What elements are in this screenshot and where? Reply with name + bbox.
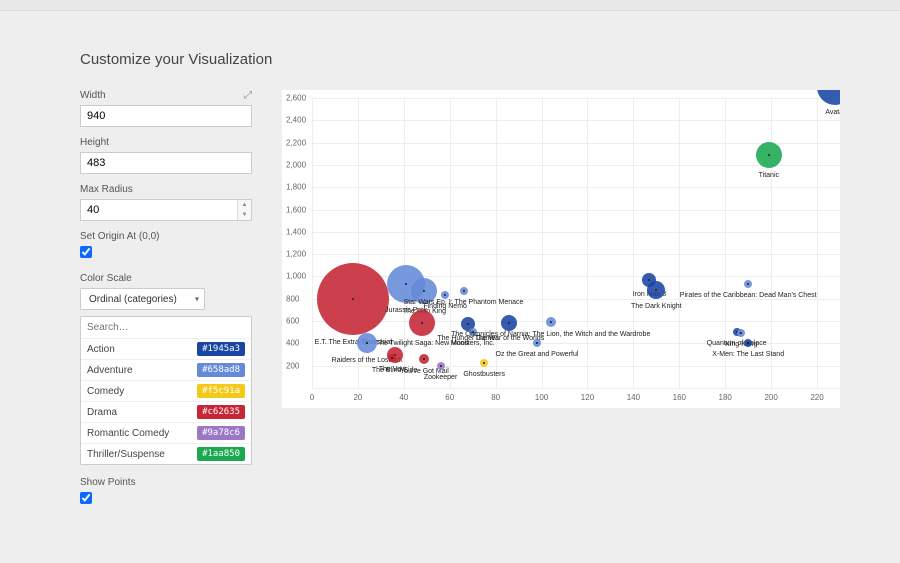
x-tick: 140 xyxy=(627,393,640,402)
width-input[interactable] xyxy=(80,105,252,127)
color-swatch[interactable]: #9a78c6 xyxy=(197,426,245,440)
category-row[interactable]: Adventure #658ad8 xyxy=(81,360,251,381)
x-tick: 60 xyxy=(445,393,454,402)
y-tick: 600 xyxy=(286,317,299,326)
category-name: Adventure xyxy=(87,365,133,376)
category-search-input[interactable] xyxy=(81,317,251,339)
x-tick: 220 xyxy=(810,393,823,402)
y-tick: 1,400 xyxy=(286,227,306,236)
bubble[interactable] xyxy=(357,333,377,353)
chart-area: 0 20 40 60 80 100 120 140 160 180 200 220 200 400 600 8… xyxy=(282,90,840,408)
x-tick: 20 xyxy=(353,393,362,402)
x-tick: 0 xyxy=(310,393,314,402)
bubble-label: Zookeeper xyxy=(424,374,457,381)
page-title: Customize your Visualization xyxy=(80,51,840,68)
category-row[interactable]: Comedy #f5c91a xyxy=(81,381,251,402)
max-radius-input[interactable] xyxy=(80,199,252,221)
height-label: Height xyxy=(80,137,252,148)
bubble[interactable] xyxy=(737,329,745,337)
bubble[interactable] xyxy=(419,354,429,364)
bubble[interactable] xyxy=(409,310,435,336)
y-tick: 1,200 xyxy=(286,250,306,259)
bubble-label: Pirates of the Caribbean: Dead Man's Che… xyxy=(680,292,817,299)
x-tick: 100 xyxy=(535,393,548,402)
color-swatch[interactable]: #1945a3 xyxy=(197,342,245,356)
top-bar xyxy=(0,0,900,11)
category-row[interactable]: Drama #c62635 xyxy=(81,402,251,423)
chevron-down-icon: ▾ xyxy=(195,295,199,304)
category-name: Action xyxy=(87,344,115,355)
y-tick: 2,200 xyxy=(286,138,306,147)
bubble-label: Oz the Great and Powerful xyxy=(496,351,579,358)
origin-label: Set Origin At (0,0) xyxy=(80,231,252,242)
category-name: Drama xyxy=(87,407,117,418)
category-name: Comedy xyxy=(87,386,124,397)
width-label: Width ⤢ xyxy=(80,90,252,101)
y-tick: 200 xyxy=(286,361,299,370)
category-row[interactable]: Thriller/Suspense #1aa850 xyxy=(81,444,251,464)
category-name: Romantic Comedy xyxy=(87,428,169,439)
color-scale-select[interactable]: Ordinal (categories) xyxy=(80,288,205,310)
y-tick: 2,000 xyxy=(286,160,306,169)
bubble[interactable] xyxy=(388,354,396,362)
y-tick: 1,800 xyxy=(286,183,306,192)
x-tick: 40 xyxy=(399,393,408,402)
max-radius-label: Max Radius xyxy=(80,184,252,195)
scatter-plot[interactable]: 0204060801001201401601802002202004006008… xyxy=(312,98,840,388)
category-panel: Action #1945a3 Adventure #658ad8 Comedy #f5c9… xyxy=(80,316,252,465)
y-tick: 2,600 xyxy=(286,94,306,103)
bubble-label: X-Men: The Last Stand xyxy=(712,351,784,358)
bubble[interactable] xyxy=(744,280,752,288)
y-tick: 2,400 xyxy=(286,116,306,125)
show-points-label: Show Points xyxy=(80,477,252,488)
bubble[interactable] xyxy=(744,339,752,347)
bubble-label: Ghostbusters xyxy=(463,371,505,378)
bubble[interactable] xyxy=(437,362,445,370)
category-row[interactable]: Action #1945a3 xyxy=(81,339,251,360)
y-tick: 1,600 xyxy=(286,205,306,214)
color-swatch[interactable]: #658ad8 xyxy=(197,363,245,377)
stepper-buttons[interactable]: ▲▼ xyxy=(237,200,251,220)
origin-checkbox[interactable] xyxy=(80,246,92,258)
bubble-label: The Chronicles of Narnia: The Lion, the … xyxy=(451,331,650,338)
y-tick: 800 xyxy=(286,294,299,303)
bubble[interactable] xyxy=(460,287,468,295)
show-points-checkbox[interactable] xyxy=(80,492,92,504)
settings-sidebar: Width ⤢ Height Max Radius ▲▼ Set Origin … xyxy=(80,90,252,519)
x-tick: 180 xyxy=(719,393,732,402)
color-swatch[interactable]: #f5c91a xyxy=(197,384,245,398)
bubble-label: Avatar xyxy=(825,109,840,116)
x-tick: 160 xyxy=(673,393,686,402)
category-name: Thriller/Suspense xyxy=(87,449,165,460)
bubble[interactable] xyxy=(817,90,840,105)
color-swatch[interactable]: #1aa850 xyxy=(197,447,245,461)
bubble[interactable] xyxy=(756,142,782,168)
x-tick: 120 xyxy=(581,393,594,402)
y-tick: 400 xyxy=(286,339,299,348)
bubble[interactable] xyxy=(647,281,665,299)
height-input[interactable] xyxy=(80,152,252,174)
y-tick: 1,000 xyxy=(286,272,306,281)
bubble[interactable] xyxy=(546,317,556,327)
bubble-label: The Dark Knight xyxy=(631,303,682,310)
bubble[interactable] xyxy=(317,263,389,335)
bubble-label: King Kong xyxy=(725,341,757,348)
x-tick: 80 xyxy=(491,393,500,402)
x-tick: 200 xyxy=(764,393,777,402)
category-row[interactable]: Romantic Comedy #9a78c6 xyxy=(81,423,251,444)
bubble[interactable] xyxy=(480,359,488,367)
color-swatch[interactable]: #c62635 xyxy=(197,405,245,419)
bubble-label: Titanic xyxy=(759,172,779,179)
bubble[interactable] xyxy=(501,315,517,331)
bubble[interactable] xyxy=(533,339,541,347)
color-scale-label: Color Scale xyxy=(80,273,252,284)
bubble-label: Star Wars Ep. I: The Phantom Menace xyxy=(404,299,524,306)
expand-icon[interactable]: ⤢ xyxy=(244,90,252,101)
